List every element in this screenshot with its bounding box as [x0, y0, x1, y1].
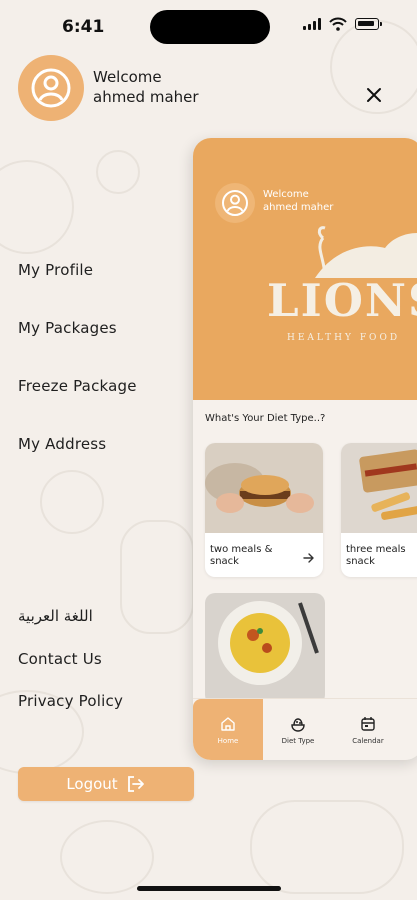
- preview-welcome: Welcome ahmed maher: [263, 188, 333, 214]
- tab-home[interactable]: Home: [193, 699, 263, 760]
- background-doodle: [0, 160, 74, 254]
- logout-icon: [127, 776, 144, 792]
- welcome-label: Welcome: [93, 68, 162, 86]
- user-icon: [222, 190, 248, 216]
- sandwich-image: [341, 443, 417, 533]
- home-indicator[interactable]: [137, 886, 281, 891]
- dynamic-island: [150, 10, 270, 44]
- welcome-text: Welcome ahmed maher: [93, 67, 199, 107]
- profile-avatar[interactable]: [18, 55, 84, 121]
- menu-language-arabic[interactable]: اللغة العربية: [18, 607, 93, 625]
- tab-calendar[interactable]: Calendar: [333, 699, 403, 760]
- brand-name: LIONS: [267, 274, 417, 327]
- arrow-right-icon[interactable]: [303, 553, 315, 563]
- battery-icon: [355, 18, 382, 30]
- diet-card-label-line2: snack: [210, 556, 239, 567]
- tab-home-label: Home: [217, 736, 239, 745]
- menu-freeze-package[interactable]: Freeze Package: [18, 377, 137, 395]
- close-icon[interactable]: [362, 83, 386, 107]
- diet-card-label: two meals & snack: [210, 544, 272, 568]
- status-bar: 6:41: [0, 0, 417, 52]
- calendar-icon: [361, 716, 375, 731]
- background-doodle: [60, 820, 154, 894]
- bottom-tab-bar: Home Diet Type Calendar: [193, 698, 417, 760]
- background-doodle: [40, 470, 104, 534]
- diet-card-label-line1: two meals &: [210, 544, 273, 555]
- meal-bowl-image: [205, 593, 325, 705]
- wifi-icon: [329, 17, 347, 31]
- preview-welcome-label: Welcome: [263, 189, 309, 200]
- user-icon: [31, 68, 71, 108]
- preview-user-name: ahmed maher: [263, 202, 334, 213]
- diet-card-label-line1: three meals: [346, 544, 406, 555]
- diet-card-label-line2: snack: [346, 556, 375, 567]
- status-icons: [303, 17, 382, 31]
- diet-card-three-meals[interactable]: three meals snack: [341, 443, 417, 577]
- menu-my-address[interactable]: My Address: [18, 435, 106, 453]
- menu-my-profile[interactable]: My Profile: [18, 261, 93, 279]
- diet-card-third[interactable]: [205, 593, 325, 705]
- tab-diet-type-label: Diet Type: [281, 736, 315, 745]
- tab-diet-type[interactable]: Diet Type: [263, 699, 333, 760]
- user-name: ahmed maher: [93, 88, 199, 106]
- menu-my-packages[interactable]: My Packages: [18, 319, 117, 337]
- diet-card-label: three meals snack: [346, 544, 406, 568]
- background-doodle: [250, 800, 404, 894]
- logout-button[interactable]: Logout: [18, 767, 194, 801]
- hero-banner: Welcome ahmed maher LIONS HEALTHY FOOD: [193, 138, 417, 400]
- diet-icon: [291, 717, 305, 732]
- status-time: 6:41: [62, 17, 105, 37]
- menu-privacy-policy[interactable]: Privacy Policy: [18, 692, 123, 710]
- logout-label: Logout: [66, 775, 118, 793]
- diet-type-heading: What's Your Diet Type..?: [205, 413, 326, 424]
- brand-tagline: HEALTHY FOOD: [287, 333, 401, 343]
- app-preview-panel[interactable]: Welcome ahmed maher LIONS HEALTHY FOOD W…: [193, 138, 417, 760]
- preview-avatar: [215, 183, 255, 223]
- signal-icon: [303, 18, 321, 30]
- diet-card-two-meals[interactable]: two meals & snack: [205, 443, 323, 577]
- app-screen: 6:41 Welcome ahmed maher My Profile My P…: [0, 0, 417, 900]
- background-doodle: [120, 520, 194, 634]
- tab-calendar-label: Calendar: [352, 736, 384, 745]
- menu-contact-us[interactable]: Contact Us: [18, 650, 102, 668]
- background-doodle: [96, 150, 140, 194]
- home-icon: [221, 716, 235, 731]
- burger-image: [205, 443, 323, 533]
